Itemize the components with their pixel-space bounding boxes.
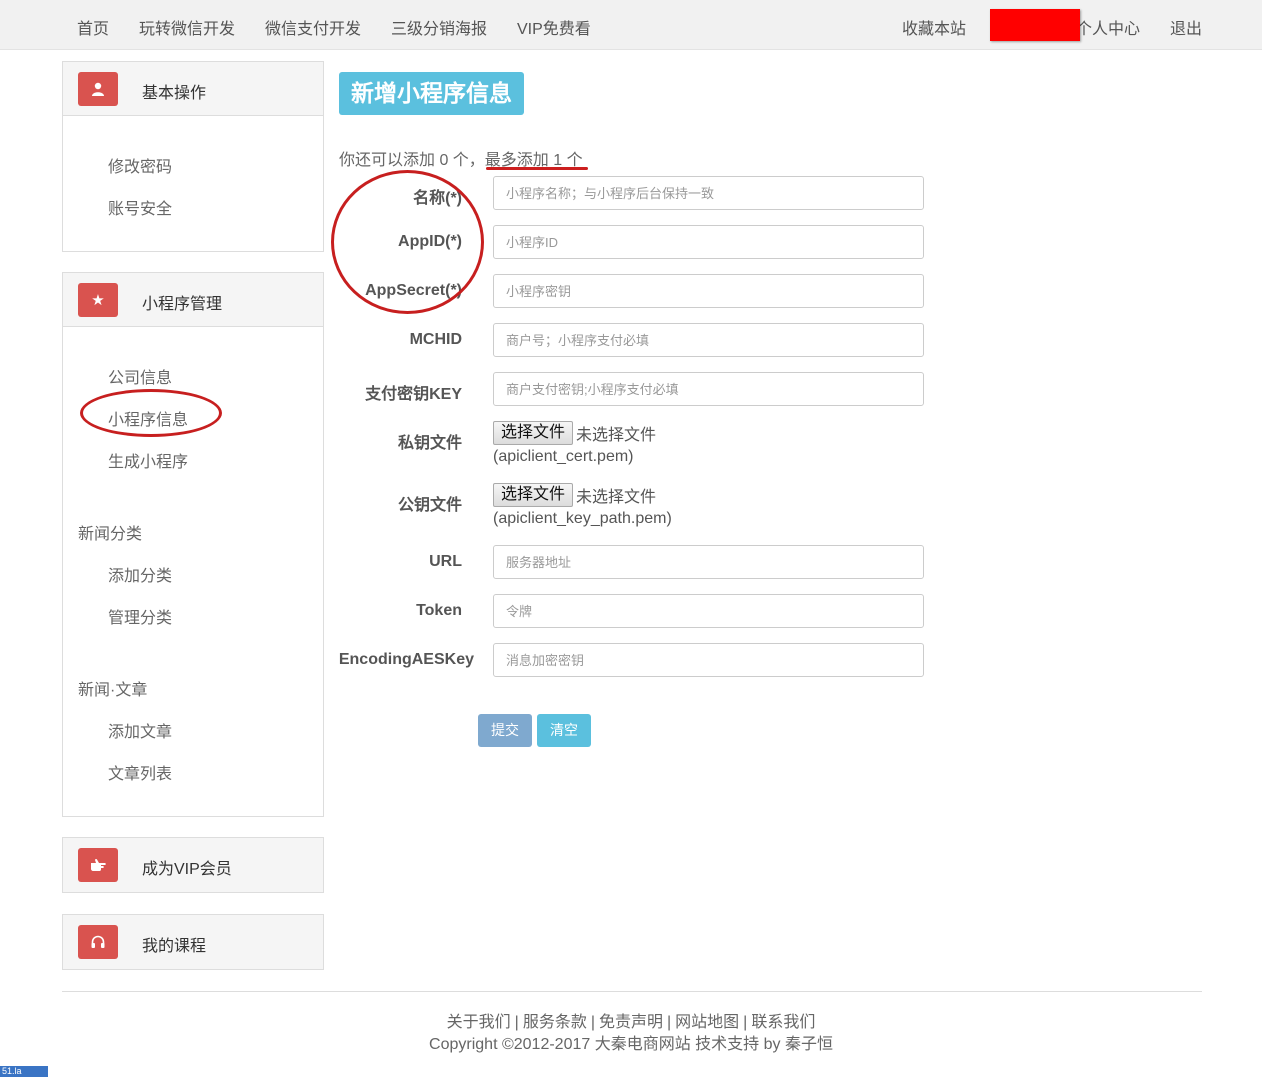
footer-link-disclaimer[interactable]: 免责声明 <box>599 1014 663 1031</box>
footer-separator: | <box>667 1014 672 1031</box>
label-token: Token <box>416 602 462 619</box>
nav-bookmark[interactable]: 收藏本站 <box>902 15 966 39</box>
private-key-hint: (apiclient_cert.pem) <box>493 448 634 465</box>
public-key-hint: (apiclient_key_path.pem) <box>493 510 672 527</box>
footer-divider <box>62 991 1202 992</box>
sidebar-item-add-category[interactable]: 添加分类 <box>108 562 172 586</box>
token-input[interactable] <box>493 594 924 628</box>
sidebar-item-generate-miniapp[interactable]: 生成小程序 <box>108 448 188 472</box>
page-title: 新增小程序信息 <box>339 72 524 115</box>
nav-wechat-pay[interactable]: 微信支付开发 <box>265 15 361 39</box>
label-url: URL <box>429 553 462 570</box>
appid-input[interactable] <box>493 225 924 259</box>
nav-logout[interactable]: 退出 <box>1170 15 1202 39</box>
private-key-choose-button[interactable]: 选择文件 <box>493 421 574 445</box>
redacted-username <box>990 9 1080 41</box>
private-key-file-status: 未选择文件 <box>576 427 657 444</box>
footer-copyright: Copyright ©2012-2017 大秦电商网站 技术支持 by 秦子恒 <box>429 1036 833 1053</box>
footer-separator: | <box>590 1014 595 1031</box>
nav-user-center[interactable]: 个人中心 <box>1076 15 1140 39</box>
sidebar-item-change-password[interactable]: 修改密码 <box>108 153 172 177</box>
label-mchid: MCHID <box>409 331 462 348</box>
panel-header-vip[interactable]: 成为VIP会员 <box>63 838 323 892</box>
submit-button[interactable]: 提交 <box>478 714 532 747</box>
footer-links: 关于我们 | 服务条款 | 免责声明 | 网站地图 | 联系我们 <box>0 1008 1262 1032</box>
clear-button[interactable]: 清空 <box>537 714 591 747</box>
mchid-input[interactable] <box>493 323 924 357</box>
sidebar-panel-courses[interactable]: 我的课程 <box>62 914 324 970</box>
nav-vip[interactable]: VIP免费看 <box>517 15 591 39</box>
label-public-key: 公钥文件 <box>397 497 462 514</box>
sidebar-group-news-category: 新闻分类 <box>78 526 143 543</box>
private-key-file-picker: 选择文件 未选择文件 <box>493 421 656 445</box>
label-private-key: 私钥文件 <box>397 435 462 452</box>
footer-separator: | <box>514 1014 519 1031</box>
annotation-underline <box>486 167 588 170</box>
aeskey-input[interactable] <box>493 643 924 677</box>
name-input[interactable] <box>493 176 924 210</box>
label-appid: AppID(*) <box>398 233 462 250</box>
label-name: 名称(*) <box>413 190 462 207</box>
label-appsecret: AppSecret(*) <box>365 282 462 299</box>
footer-link-contact[interactable]: 联系我们 <box>751 1014 815 1031</box>
panel-header-basic: 基本操作 <box>63 62 323 116</box>
panel-title-basic: 基本操作 <box>142 85 207 102</box>
sidebar-group-news-article: 新闻·文章 <box>78 682 148 699</box>
sidebar-panel-vip[interactable]: 成为VIP会员 <box>62 837 324 893</box>
footer-separator: | <box>743 1014 748 1031</box>
stat-counter-badge[interactable]: 51.la <box>0 1066 48 1077</box>
panel-header-courses[interactable]: 我的课程 <box>63 915 323 969</box>
footer-link-about[interactable]: 关于我们 <box>447 1014 511 1031</box>
sidebar-item-add-article[interactable]: 添加文章 <box>108 718 172 742</box>
sidebar-panel-miniapp: ★ 小程序管理 公司信息 小程序信息 生成小程序 新闻分类 添加分类 管理分类 … <box>62 272 324 817</box>
panel-title-vip[interactable]: 成为VIP会员 <box>142 855 232 879</box>
sidebar-item-article-list[interactable]: 文章列表 <box>108 760 172 784</box>
hand-point-icon <box>78 848 118 882</box>
panel-title-courses[interactable]: 我的课程 <box>142 932 206 956</box>
sidebar-item-company-info[interactable]: 公司信息 <box>108 364 172 388</box>
panel-title-miniapp: 小程序管理 <box>142 296 223 313</box>
public-key-file-status: 未选择文件 <box>576 489 657 506</box>
public-key-file-picker: 选择文件 未选择文件 <box>493 483 656 507</box>
user-icon <box>78 72 118 106</box>
sidebar-panel-basic: 基本操作 修改密码 账号安全 <box>62 61 324 252</box>
footer-link-terms[interactable]: 服务条款 <box>523 1014 587 1031</box>
paykey-input[interactable] <box>493 372 924 406</box>
footer-link-sitemap[interactable]: 网站地图 <box>675 1014 739 1031</box>
public-key-choose-button[interactable]: 选择文件 <box>493 483 574 507</box>
star-icon: ★ <box>78 283 118 317</box>
top-navbar: 首页 玩转微信开发 微信支付开发 三级分销海报 VIP免费看 收藏本站 个人中心… <box>0 0 1262 50</box>
label-paykey: 支付密钥KEY <box>365 386 462 403</box>
sidebar-item-account-security[interactable]: 账号安全 <box>108 195 172 219</box>
headphones-icon <box>78 925 118 959</box>
url-input[interactable] <box>493 545 924 579</box>
sidebar-item-manage-category[interactable]: 管理分类 <box>108 604 172 628</box>
nav-wechat-dev[interactable]: 玩转微信开发 <box>139 15 235 39</box>
sidebar-item-miniapp-info[interactable]: 小程序信息 <box>108 406 188 430</box>
panel-header-miniapp: ★ 小程序管理 <box>63 273 323 327</box>
label-aeskey: EncodingAESKey <box>338 651 474 668</box>
appsecret-input[interactable] <box>493 274 924 308</box>
nav-poster[interactable]: 三级分销海报 <box>391 15 487 39</box>
nav-home[interactable]: 首页 <box>77 15 109 39</box>
